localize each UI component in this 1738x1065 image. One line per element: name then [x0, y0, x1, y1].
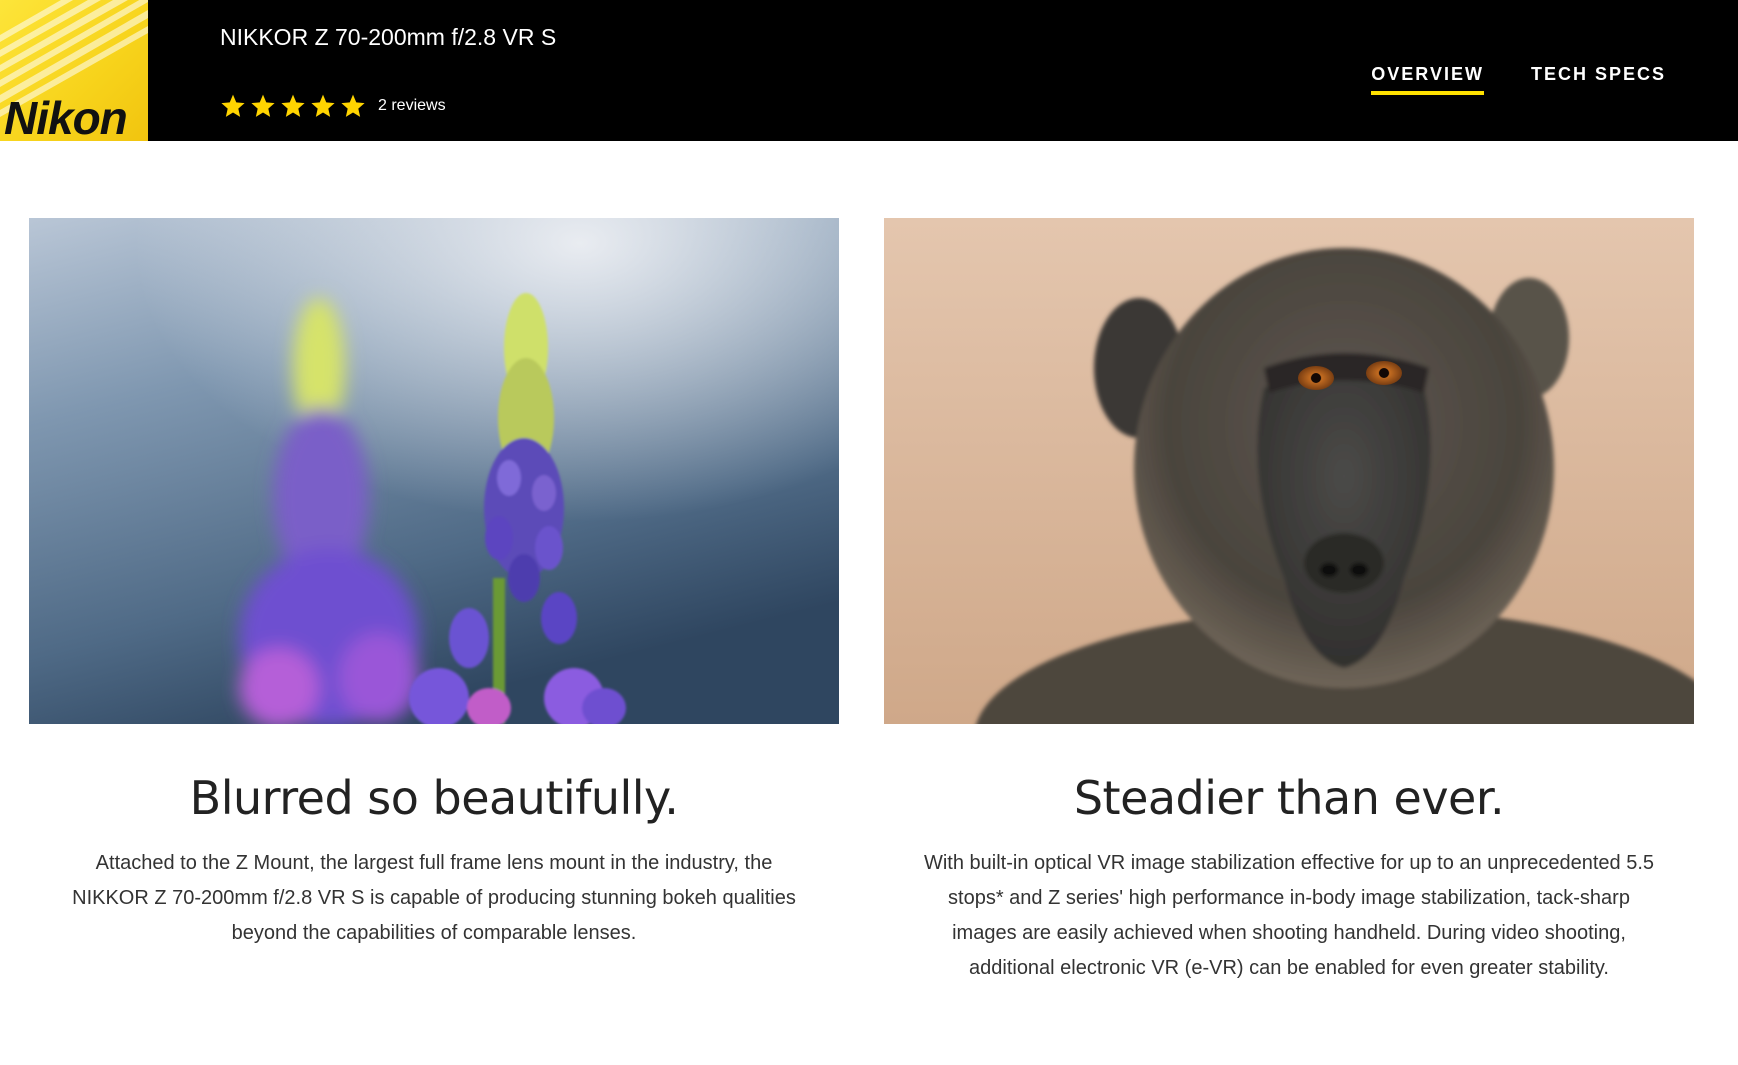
- star-icon: [251, 94, 275, 117]
- feature-stabilization: Steadier than ever. With built-in optica…: [884, 218, 1694, 986]
- feature-heading: Steadier than ever.: [1073, 771, 1505, 825]
- feature-bokeh: Blurred so beautifully. Attached to the …: [29, 218, 839, 951]
- star-icon: [341, 94, 365, 117]
- feature-description: Attached to the Z Mount, the largest ful…: [72, 852, 796, 944]
- lupine-flowers-photo: [29, 218, 839, 724]
- logo-wordmark: Nikon: [4, 92, 128, 141]
- product-nav: OVERVIEW TECH SPECS: [1324, 64, 1666, 95]
- tab-tech-specs[interactable]: TECH SPECS: [1531, 64, 1666, 95]
- star-icon: [281, 94, 305, 117]
- star-icon: [221, 94, 245, 117]
- star-icon: [311, 94, 335, 117]
- feature-description: With built-in optical VR image stabiliza…: [923, 852, 1655, 979]
- baboon-portrait-photo: [884, 218, 1694, 724]
- product-title: NIKKOR Z 70-200mm f/2.8 VR S: [220, 24, 557, 50]
- nikon-logo[interactable]: Nikon: [0, 0, 148, 141]
- reviews-link[interactable]: 2 reviews: [378, 97, 446, 115]
- tab-overview[interactable]: OVERVIEW: [1371, 64, 1484, 95]
- feature-heading: Blurred so beautifully.: [189, 771, 679, 825]
- site-header: Nikon NIKKOR Z 70-200mm f/2.8 VR S 2 rev…: [0, 0, 1738, 141]
- product-rating[interactable]: 2 reviews: [220, 92, 446, 120]
